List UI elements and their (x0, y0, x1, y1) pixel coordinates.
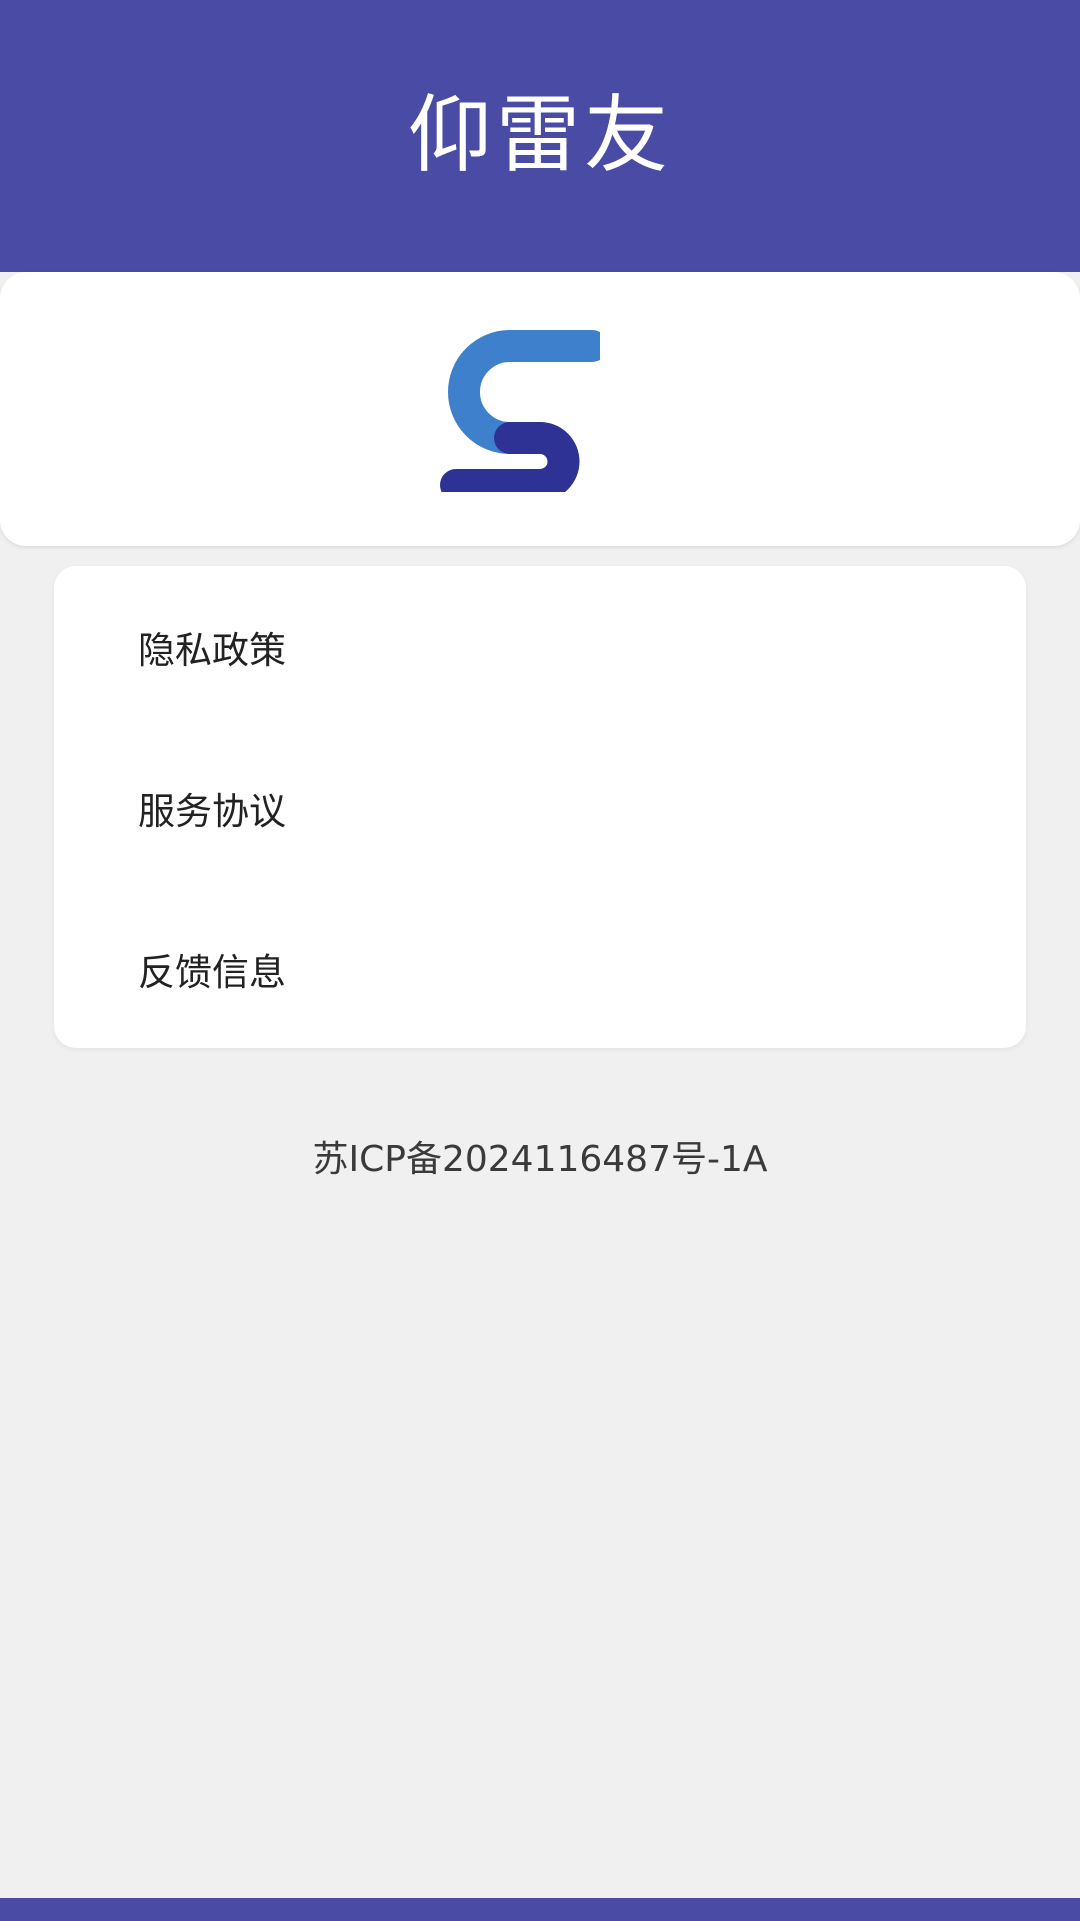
icp-registration-link[interactable]: 苏ICP备2024116487号-1A (0, 1130, 1080, 1182)
app-header: 仰雷友 (0, 0, 1080, 272)
bottom-bar (0, 1898, 1080, 1921)
menu-item-privacy-policy[interactable]: 隐私政策 (54, 566, 1026, 727)
menu-card: 隐私政策 服务协议 反馈信息 (54, 566, 1026, 1048)
s-logo-icon (440, 328, 608, 501)
menu-item-service-agreement[interactable]: 服务协议 (54, 727, 1026, 888)
menu-item-label: 反馈信息 (138, 950, 286, 994)
menu-item-feedback[interactable]: 反馈信息 (54, 888, 1026, 1049)
menu-item-label: 隐私政策 (138, 628, 286, 672)
menu-item-label: 服务协议 (138, 789, 286, 833)
app-title: 仰雷友 (407, 85, 672, 184)
logo-card (0, 272, 1080, 546)
